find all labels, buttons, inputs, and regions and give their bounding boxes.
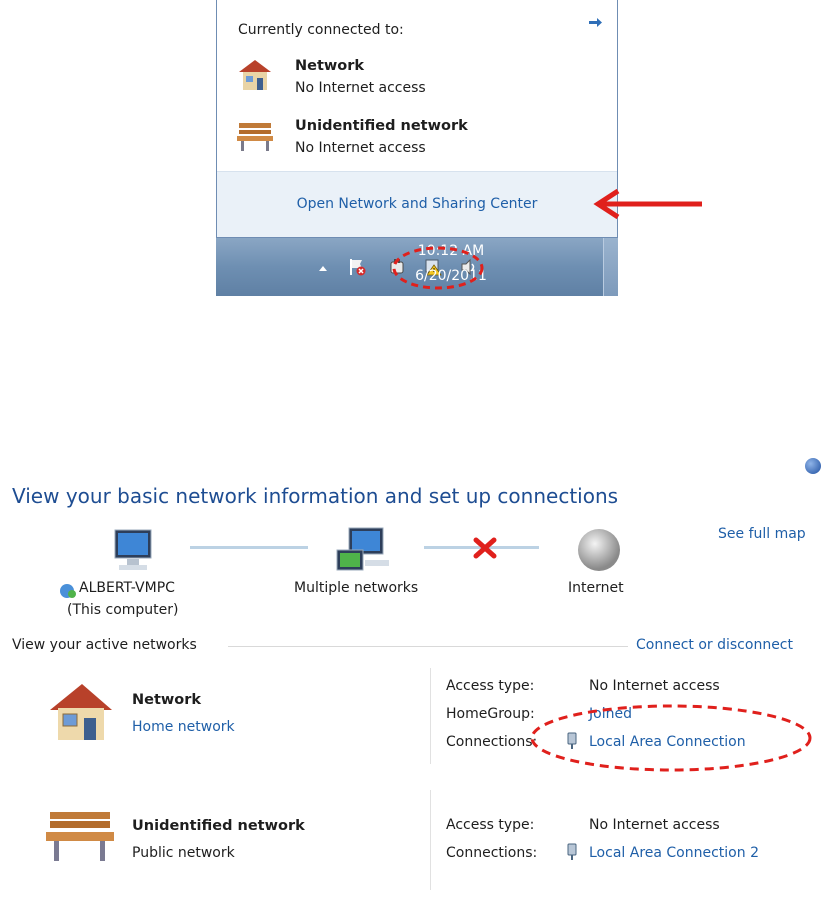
computer-sub: (This computer) [67,602,179,618]
map-connector-line [190,546,308,549]
connections-label: Connections: [446,734,538,750]
disconnected-x-icon [473,537,497,559]
open-network-sharing-center-link[interactable]: Open Network and Sharing Center [217,196,617,212]
ethernet-plug-icon [567,843,577,860]
page-title: View your basic network information and … [12,484,619,508]
annotation-arrow [593,188,702,220]
annotation-ellipse-connection [530,704,812,772]
access-type-value: No Internet access [589,817,720,833]
internet-globe-icon [578,529,620,571]
flyout-network-status: No Internet access [295,80,426,96]
multiple-networks-icon [336,527,389,571]
help-icon[interactable] [805,458,821,474]
annotation-ellipse-tray [392,246,484,290]
homegroup-label: HomeGroup: [446,706,535,722]
house-icon [239,60,271,90]
network-globe-small-icon [60,584,76,598]
bench-icon [46,812,114,861]
network-flyout: Currently connected to: Network No Inter… [216,0,618,238]
column-divider [430,668,431,764]
connections-label: Connections: [446,845,538,861]
action-center-flag-icon[interactable] [348,258,366,276]
see-full-map-link[interactable]: See full map [718,526,806,542]
public-network-label: Public network [132,845,235,861]
home-network-link[interactable]: Home network [132,719,235,735]
flyout-network-name: Network [295,58,365,74]
bench-icon [237,123,273,151]
flyout-footer: Open Network and Sharing Center [217,171,617,237]
section-divider [228,646,628,647]
access-type-label: Access type: [446,678,535,694]
local-area-connection-2-link[interactable]: Local Area Connection 2 [589,845,759,861]
flyout-header: Currently connected to: [238,22,404,38]
active-network-name: Unidentified network [132,818,305,834]
active-network-name: Network [132,692,202,708]
access-type-value: No Internet access [589,678,720,694]
connect-or-disconnect-link[interactable]: Connect or disconnect [636,637,793,653]
show-hidden-icons-arrow[interactable] [318,263,328,273]
house-icon [50,684,112,740]
multiple-networks-label[interactable]: Multiple networks [294,580,418,596]
internet-label[interactable]: Internet [568,580,624,596]
show-desktop-button[interactable] [603,238,618,296]
access-type-label: Access type: [446,817,535,833]
column-divider [430,790,431,890]
flyout-network-status: No Internet access [295,140,426,156]
computer-name[interactable]: ALBERT-VMPC [79,580,175,596]
refresh-icon[interactable] [585,12,607,34]
computer-icon [114,529,152,570]
flyout-network-name: Unidentified network [295,118,468,134]
active-networks-label: View your active networks [12,637,197,653]
